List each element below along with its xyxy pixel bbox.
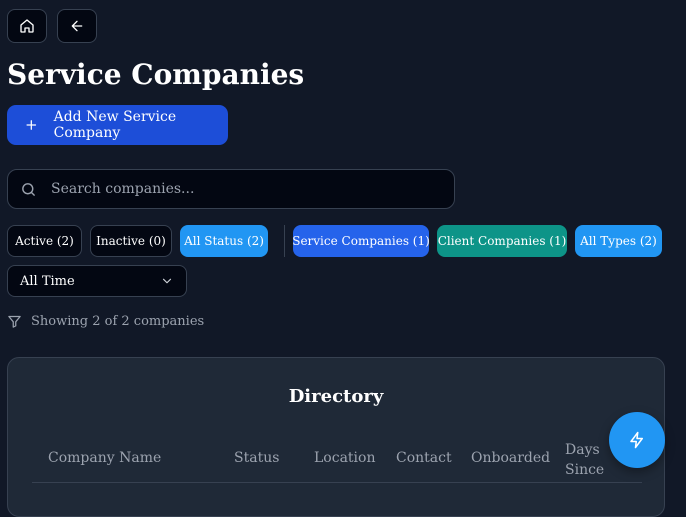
home-icon — [20, 19, 34, 33]
column-header-contact[interactable]: Contact — [396, 450, 452, 466]
column-header-company-name[interactable]: Company Name — [48, 450, 161, 466]
column-header-days-since[interactable]: Days Since — [565, 440, 605, 480]
directory-title: Directory — [288, 386, 384, 407]
column-header-status[interactable]: Status — [234, 450, 279, 466]
results-summary-text: Showing 2 of 2 companies — [31, 314, 205, 329]
lightning-icon — [630, 431, 643, 449]
filter-icon — [8, 315, 21, 328]
table-header-divider — [32, 482, 642, 483]
plus-icon — [26, 120, 37, 130]
time-range-select[interactable]: All Time — [7, 265, 187, 297]
results-summary: Showing 2 of 2 companies — [7, 314, 204, 329]
column-header-location[interactable]: Location — [314, 450, 375, 466]
filter-client-companies[interactable]: Client Companies (1) — [437, 225, 567, 257]
back-button[interactable] — [57, 9, 97, 43]
chevron-down-icon — [162, 278, 172, 284]
column-header-onboarded[interactable]: Onboarded — [471, 450, 550, 466]
page-title: Service Companies — [7, 58, 305, 91]
add-button-label: Add New Service Company — [53, 109, 177, 141]
directory-card: Directory Company Name Status Location C… — [7, 357, 665, 517]
filter-active[interactable]: Active (2) — [7, 225, 82, 257]
add-service-company-button[interactable]: Add New Service Company — [7, 105, 228, 145]
filter-inactive[interactable]: Inactive (0) — [90, 225, 172, 257]
filter-divider — [284, 225, 285, 257]
quick-action-button[interactable] — [609, 412, 665, 468]
filter-all-status[interactable]: All Status (2) — [180, 225, 268, 257]
time-range-value: All Time — [20, 273, 75, 289]
filter-all-types[interactable]: All Types (2) — [575, 225, 662, 257]
search-input[interactable] — [49, 180, 433, 198]
arrow-left-icon — [71, 20, 83, 32]
search-icon — [22, 182, 35, 196]
home-button[interactable] — [7, 9, 47, 43]
search-box — [7, 169, 455, 209]
filter-service-companies[interactable]: Service Companies (1) — [292, 225, 430, 257]
